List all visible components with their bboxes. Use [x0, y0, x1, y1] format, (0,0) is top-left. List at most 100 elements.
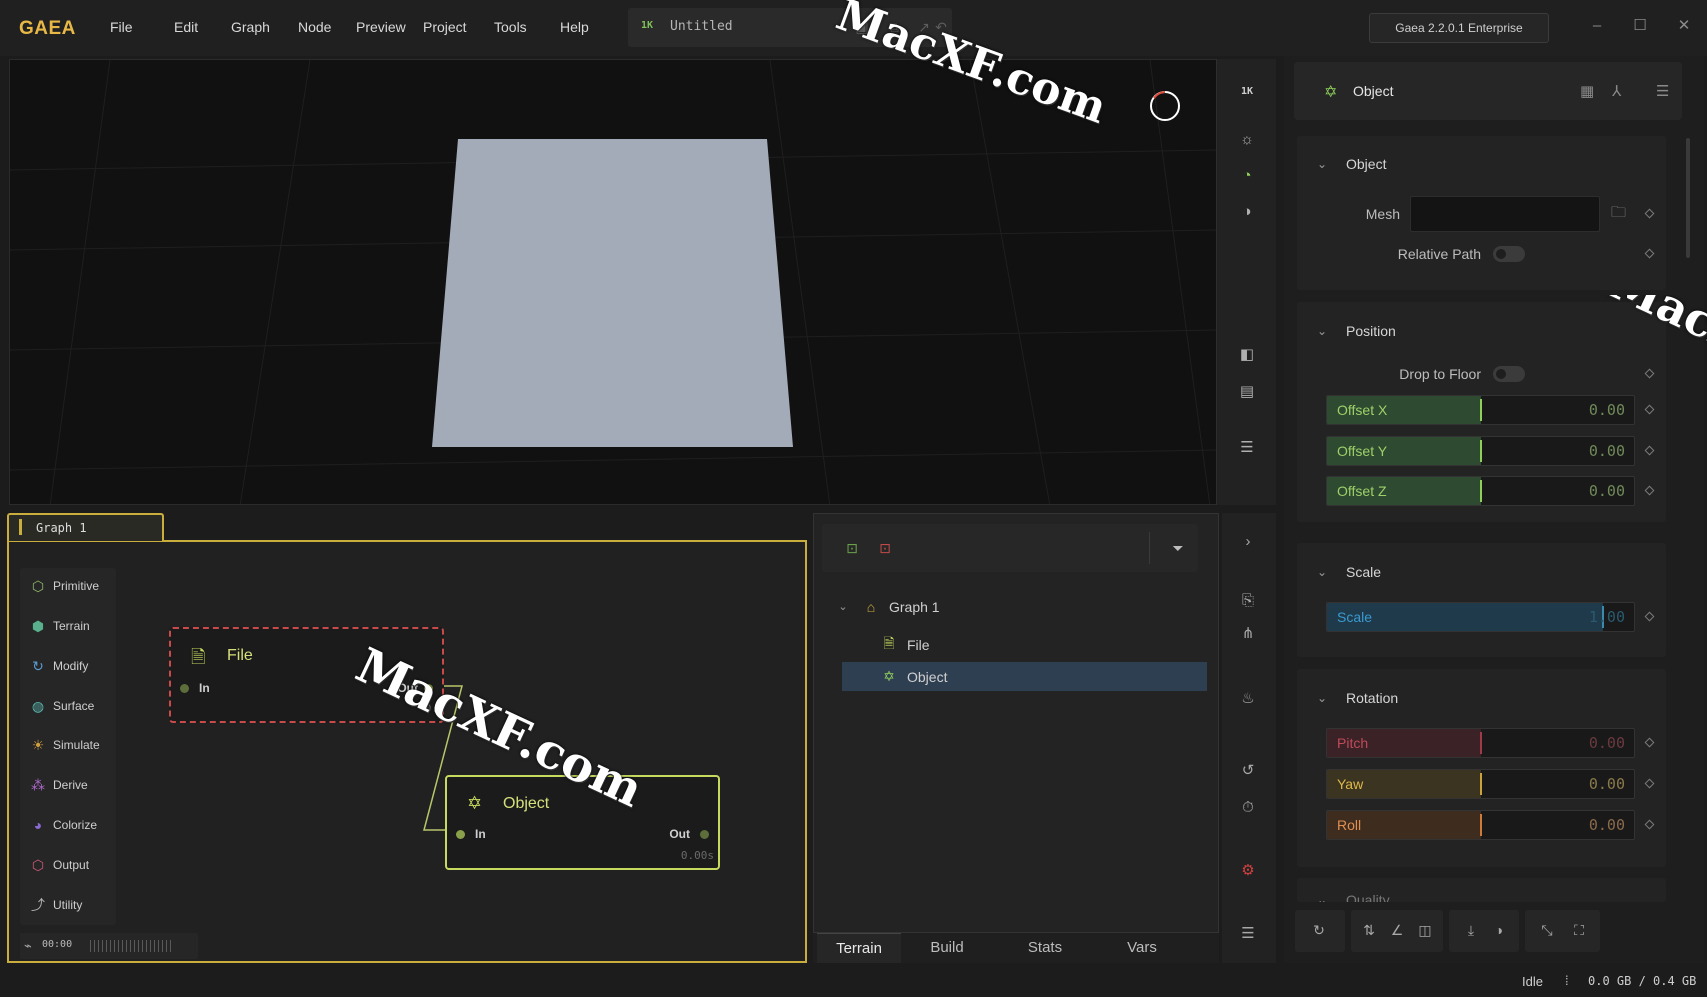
- tab-vars[interactable]: Vars: [1100, 933, 1184, 963]
- toolbar-divider: [1149, 532, 1150, 564]
- pitch-slider[interactable]: Pitch 0.00: [1326, 728, 1635, 758]
- tool-group: ↻: [1295, 910, 1345, 952]
- fullscreen-icon[interactable]: ⛶: [1569, 922, 1589, 939]
- section-title: Scale: [1346, 564, 1382, 580]
- slider-value: 0.00: [1588, 816, 1625, 834]
- list-icon[interactable]: ☰: [1235, 921, 1261, 947]
- stopwatch-icon[interactable]: ⏱: [1235, 795, 1261, 821]
- output-port[interactable]: [700, 830, 709, 839]
- memory-icon: ⁞: [1565, 973, 1569, 988]
- axes-icon[interactable]: ⅄: [1612, 82, 1621, 100]
- keyframe-diamond-icon[interactable]: [1644, 404, 1655, 415]
- keyframe-diamond-icon[interactable]: [1644, 208, 1655, 219]
- engine-icon[interactable]: ⚙: [1235, 858, 1261, 884]
- node-time: 0.: [424, 702, 438, 715]
- output-port[interactable]: [424, 684, 433, 693]
- split-icon[interactable]: ◫: [1415, 922, 1435, 939]
- half-circle-icon[interactable]: ◑: [1489, 922, 1509, 938]
- keyframe-diamond-icon[interactable]: [1644, 445, 1655, 456]
- chevron-down-icon[interactable]: ⌄: [1317, 691, 1327, 705]
- filter-icon[interactable]: ⏷: [1168, 538, 1188, 558]
- side-toolbar: › ⎘ ⋔ ♨ ↺ ⏱ ⚙ ☰: [1222, 513, 1276, 963]
- slider-value: 0.00: [1588, 775, 1625, 793]
- yaw-slider[interactable]: Yaw 0.00: [1326, 769, 1635, 799]
- tree-item-graph[interactable]: ⌄ ⌂ Graph 1: [833, 592, 1203, 621]
- keyframe-diamond-icon[interactable]: [1644, 611, 1655, 622]
- layout-icon[interactable]: ▦: [1580, 82, 1594, 100]
- chevron-down-icon[interactable]: ⌄: [1317, 324, 1327, 338]
- memory-usage: 0.0 GB / 0.4 GB: [1588, 974, 1697, 988]
- slider-value: 1.00: [1588, 608, 1625, 626]
- relative-path-label: Relative Path: [1397, 246, 1481, 262]
- slider-handle[interactable]: [1479, 480, 1482, 502]
- keyframe-diamond-icon[interactable]: [1644, 819, 1655, 830]
- chevron-down-icon[interactable]: ⌄: [1317, 157, 1327, 171]
- drop-to-floor-label: Drop to Floor: [1399, 366, 1481, 382]
- section-quality: ⌄ Quality: [1297, 878, 1666, 902]
- input-port[interactable]: [456, 830, 465, 839]
- slider-handle[interactable]: [1479, 399, 1482, 421]
- port-out-label: Out: [397, 681, 418, 695]
- node-title: File: [227, 647, 253, 664]
- flame-icon[interactable]: ♨: [1235, 686, 1261, 712]
- slider-label: Offset X: [1337, 402, 1388, 418]
- keyframe-diamond-icon[interactable]: [1644, 485, 1655, 496]
- properties-scrollbar[interactable]: [1686, 138, 1690, 258]
- tab-terrain[interactable]: Terrain: [817, 933, 901, 963]
- tab-build[interactable]: Build: [905, 933, 989, 963]
- relative-path-toggle[interactable]: [1493, 246, 1525, 262]
- properties-bottom-toolbar: ↻ ⇅ ∠ ◫ ⤓ ◑ ⤡ ⛶: [1294, 910, 1690, 958]
- tree-item-file[interactable]: 🗎 File: [879, 630, 1203, 659]
- arrow-down-icon[interactable]: ⤓: [1461, 922, 1481, 939]
- input-port[interactable]: [180, 684, 189, 693]
- scale-slider[interactable]: Scale 1.00: [1326, 602, 1635, 632]
- chevron-right-icon[interactable]: ›: [1235, 529, 1261, 555]
- tree-item-label: File: [907, 636, 930, 653]
- refresh-icon[interactable]: ↻: [1309, 922, 1329, 939]
- mesh-input[interactable]: [1410, 196, 1600, 232]
- slider-value: 0.00: [1588, 482, 1625, 500]
- offset-y-slider[interactable]: Offset Y 0.00: [1326, 436, 1635, 466]
- roll-slider[interactable]: Roll 0.00: [1326, 810, 1635, 840]
- slider-handle[interactable]: [1479, 814, 1482, 836]
- drop-to-floor-toggle[interactable]: [1493, 366, 1525, 382]
- bookmark-icon[interactable]: ⎘: [1235, 588, 1261, 614]
- port-in-label: In: [475, 827, 486, 841]
- slider-handle[interactable]: [1479, 440, 1482, 462]
- keyframe-diamond-icon[interactable]: [1644, 778, 1655, 789]
- hierarchy-icon[interactable]: ⋔: [1235, 621, 1261, 647]
- tab-stats[interactable]: Stats: [1003, 933, 1087, 963]
- graph-icon: ⌂: [866, 598, 876, 615]
- collapse-icon[interactable]: ⤡: [1537, 922, 1557, 939]
- angle-icon[interactable]: ∠: [1387, 922, 1407, 939]
- object-icon: ✡: [883, 668, 895, 684]
- slider-handle[interactable]: [1479, 732, 1482, 754]
- offset-z-slider[interactable]: Offset Z 0.00: [1326, 476, 1635, 506]
- offset-x-slider[interactable]: Offset X 0.00: [1326, 395, 1635, 425]
- tree-toolbar: ⊡ ⊡ ⏷: [822, 524, 1198, 572]
- keyframe-diamond-icon[interactable]: [1644, 737, 1655, 748]
- keyframe-diamond-icon[interactable]: [1644, 248, 1655, 259]
- rotate-icon[interactable]: ↺: [1235, 758, 1261, 784]
- port-in-label: In: [199, 681, 210, 695]
- chevron-down-icon[interactable]: ⌄: [1317, 565, 1327, 579]
- tree-item-object[interactable]: ✡ Object: [842, 662, 1207, 691]
- node-title: Object: [503, 795, 550, 812]
- deselect-icon[interactable]: ⊡: [875, 538, 895, 558]
- slider-label: Scale: [1337, 609, 1373, 625]
- status-bar: Idle ⁞ 0.0 GB / 0.4 GB: [0, 965, 1707, 997]
- chevron-down-icon[interactable]: ⌄: [1317, 893, 1327, 902]
- select-all-icon[interactable]: ⊡: [842, 538, 862, 558]
- node-file[interactable]: 🗎 File In Out 0.: [169, 627, 444, 723]
- node-object[interactable]: ✡ Object In Out 0.00s: [445, 775, 720, 870]
- properties-title: Object: [1353, 83, 1394, 99]
- hamburger-icon[interactable]: ☰: [1656, 82, 1669, 100]
- slider-value: 0.00: [1588, 401, 1625, 419]
- mesh-label: Mesh: [1365, 206, 1400, 222]
- chevron-down-icon[interactable]: ⌄: [833, 600, 853, 613]
- slider-handle[interactable]: [1479, 773, 1482, 795]
- folder-icon[interactable]: 🗀: [1611, 202, 1626, 227]
- node-time: 0.00s: [680, 849, 714, 862]
- flip-icon[interactable]: ⇅: [1359, 922, 1379, 939]
- status-text: Idle: [1522, 974, 1543, 989]
